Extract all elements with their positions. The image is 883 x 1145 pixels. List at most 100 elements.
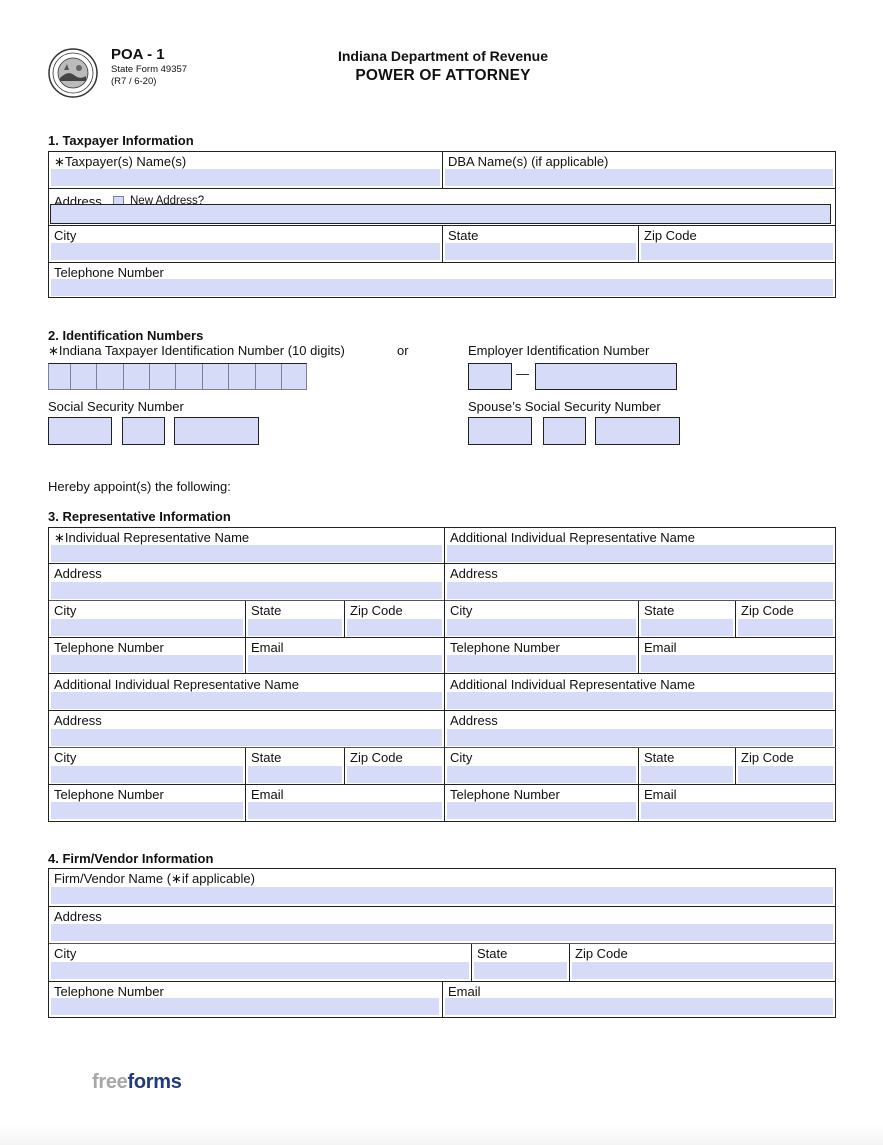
rep4-name-input[interactable]: [447, 692, 833, 709]
firm-zip-input[interactable]: [572, 962, 833, 979]
firm-name-cell: Firm/Vendor Name (∗if applicable): [49, 869, 836, 906]
divider: [49, 673, 445, 674]
spouse-ssn-part3-input[interactable]: [595, 417, 680, 445]
section3-title: 3. Representative Information: [48, 509, 231, 524]
rep4-telephone-label: Telephone Number: [450, 787, 560, 802]
rep1-name-label: ∗Individual Representative Name: [54, 530, 250, 545]
spouse-ssn-part1-input[interactable]: [468, 417, 532, 445]
ein-prefix-input[interactable]: [468, 363, 512, 390]
rep4-city-input[interactable]: [447, 766, 636, 783]
rep3-zip-label: Zip Code: [350, 750, 403, 765]
spouse-ssn-label: Spouse’s Social Security Number: [468, 399, 661, 414]
rep3-telephone-input[interactable]: [51, 802, 243, 819]
dba-name-input[interactable]: [445, 169, 833, 186]
rep4-email-input[interactable]: [641, 802, 833, 819]
rep1-address-label: Address: [54, 566, 102, 581]
firm-city-label: City: [54, 946, 77, 961]
rep4-telephone-cell: Telephone Number: [445, 785, 639, 821]
state-seal-icon: [48, 48, 98, 98]
rep4-zip-input[interactable]: [738, 766, 833, 783]
taxpayer-name-input[interactable]: [51, 169, 440, 186]
zip-cell: Zip Code: [639, 226, 836, 262]
firm-city-input[interactable]: [51, 962, 469, 979]
state-form-number: State Form 49357: [111, 64, 188, 75]
firm-address-label: Address: [54, 909, 102, 924]
firm-state-input[interactable]: [474, 962, 567, 979]
rep1-state-input[interactable]: [248, 619, 342, 636]
state-label: State: [448, 228, 479, 243]
rep3-city-label: City: [54, 750, 77, 765]
rep2-state-label: State: [644, 603, 675, 618]
firm-zip-label: Zip Code: [575, 946, 628, 961]
rep1-email-input[interactable]: [248, 655, 442, 672]
rep3-name-input[interactable]: [51, 692, 442, 709]
form-id: POA - 1: [111, 46, 165, 63]
rep2-telephone-input[interactable]: [447, 655, 636, 672]
rep4-address-input[interactable]: [447, 729, 833, 746]
address-input[interactable]: [50, 204, 831, 224]
firm-address-input[interactable]: [51, 924, 833, 941]
rep4-name-cell: Additional Individual Representative Nam…: [445, 675, 836, 711]
rep2-zip-label: Zip Code: [741, 603, 794, 618]
rep3-address-input[interactable]: [51, 729, 442, 746]
ein-dash: —: [516, 366, 529, 381]
ssn-part2-input[interactable]: [122, 417, 165, 445]
ssn-part3-input[interactable]: [174, 417, 259, 445]
rep3-address-label: Address: [54, 713, 102, 728]
rep1-address-input[interactable]: [51, 582, 442, 599]
divider: [245, 748, 246, 785]
ein-suffix-input[interactable]: [535, 363, 677, 390]
rep4-email-label: Email: [644, 787, 677, 802]
rep1-zip-input[interactable]: [347, 619, 442, 636]
rep1-city-input[interactable]: [51, 619, 243, 636]
rep3-email-label: Email: [251, 787, 284, 802]
section1-title: 1. Taxpayer Information: [48, 133, 194, 148]
rep3-email-input[interactable]: [248, 802, 442, 819]
rep4-address-label: Address: [450, 713, 498, 728]
rep1-telephone-label: Telephone Number: [54, 640, 164, 655]
firm-telephone-input[interactable]: [51, 998, 439, 1015]
rep1-name-cell: ∗Individual Representative Name: [49, 528, 445, 564]
freeforms-logo: freeforms: [92, 1071, 182, 1094]
rep3-telephone-label: Telephone Number: [54, 787, 164, 802]
ssn-part1-input[interactable]: [48, 417, 112, 445]
rep4-state-label: State: [644, 750, 675, 765]
rep1-name-input[interactable]: [51, 545, 442, 562]
city-input[interactable]: [51, 243, 440, 260]
city-label: City: [54, 228, 77, 243]
rep2-state-cell: State: [639, 601, 736, 638]
rep3-state-label: State: [251, 750, 282, 765]
firm-city-cell: City: [49, 944, 472, 981]
telephone-input[interactable]: [51, 279, 833, 296]
rep1-telephone-input[interactable]: [51, 655, 243, 672]
rep4-address-cell: Address: [445, 711, 836, 748]
firm-email-cell: Email: [443, 982, 836, 1017]
rep2-email-input[interactable]: [641, 655, 833, 672]
spouse-ssn-part2-input[interactable]: [543, 417, 586, 445]
taxpayer-name-cell: ∗Taxpayer(s) Name(s): [49, 152, 443, 188]
zip-input[interactable]: [641, 243, 833, 260]
rep4-telephone-input[interactable]: [447, 802, 636, 819]
firm-name-input[interactable]: [51, 887, 833, 904]
rep2-name-input[interactable]: [447, 545, 833, 562]
state-input[interactable]: [445, 243, 636, 260]
divider: [638, 785, 639, 821]
rep3-state-cell: State: [246, 748, 345, 785]
rep3-address-cell: Address: [49, 711, 445, 748]
itin-input[interactable]: [48, 363, 307, 390]
divider: [344, 748, 345, 785]
rep3-city-input[interactable]: [51, 766, 243, 783]
firm-email-input[interactable]: [445, 998, 833, 1015]
brand-free: free: [92, 1071, 128, 1093]
firm-telephone-cell: Telephone Number: [49, 982, 442, 1017]
rep2-state-input[interactable]: [641, 619, 733, 636]
rep2-zip-input[interactable]: [738, 619, 833, 636]
rep4-state-input[interactable]: [641, 766, 733, 783]
rep2-city-input[interactable]: [447, 619, 636, 636]
divider: [735, 601, 736, 638]
state-cell: State: [443, 226, 639, 262]
rep3-zip-input[interactable]: [347, 766, 442, 783]
rep2-address-input[interactable]: [447, 582, 833, 599]
rep1-state-cell: State: [246, 601, 345, 638]
rep3-state-input[interactable]: [248, 766, 342, 783]
